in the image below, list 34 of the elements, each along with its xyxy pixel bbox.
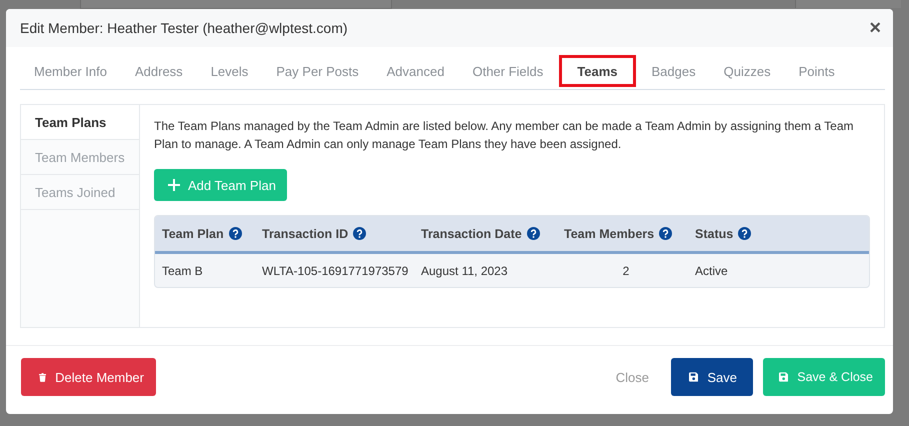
help-icon[interactable] [659, 227, 672, 240]
plus-icon [168, 179, 180, 191]
tab[interactable]: Teams [557, 53, 638, 89]
column-header: Status [695, 226, 734, 240]
table-cell: 2 [622, 264, 630, 278]
add-team-plan-button[interactable]: Add Team Plan [154, 169, 287, 201]
tab[interactable]: Address [120, 53, 197, 89]
tab[interactable]: Pay Per Posts [262, 53, 373, 89]
save-button[interactable]: Save [671, 358, 753, 396]
save-and-close-button[interactable]: Save & Close [763, 358, 885, 396]
delete-member-button[interactable]: Delete Member [21, 358, 156, 396]
table-cell: WLTA-105-1691771973579 [262, 264, 408, 278]
help-icon[interactable] [526, 227, 540, 240]
column-header: Transaction Date [421, 226, 522, 240]
close-button[interactable]: Close [604, 358, 661, 396]
tab[interactable]: Other Fields [458, 53, 558, 89]
tab[interactable]: Points [784, 53, 849, 89]
column-header: Team Plan [162, 226, 224, 240]
tab[interactable]: Advanced [372, 53, 458, 89]
tab[interactable]: Quizzes [710, 53, 785, 89]
sidebar-item[interactable]: Team Plans [21, 105, 139, 140]
description-text: The Team Plans managed by the Team Admin are listed below. Any member can be made a Team Admin by assigning them a Team Plan to manage. A Team Admin can only manage Team Plans they have been assigned. [154, 118, 855, 153]
column-header: Transaction ID [262, 226, 348, 240]
help-icon[interactable] [228, 227, 242, 240]
tab[interactable]: Member Info [20, 53, 121, 89]
help-icon[interactable] [738, 227, 752, 240]
tab[interactable]: Levels [196, 53, 262, 89]
table-cell: Team B [162, 264, 203, 278]
window-title: Edit Member: Heather Tester (heather@wlptest.com) [20, 20, 348, 36]
tab[interactable]: Badges [638, 53, 710, 89]
help-icon[interactable] [353, 227, 366, 240]
table-cell: August 11, 2023 [421, 264, 508, 278]
column-header: Team Members [564, 226, 654, 240]
table-cell: Active [695, 264, 728, 278]
